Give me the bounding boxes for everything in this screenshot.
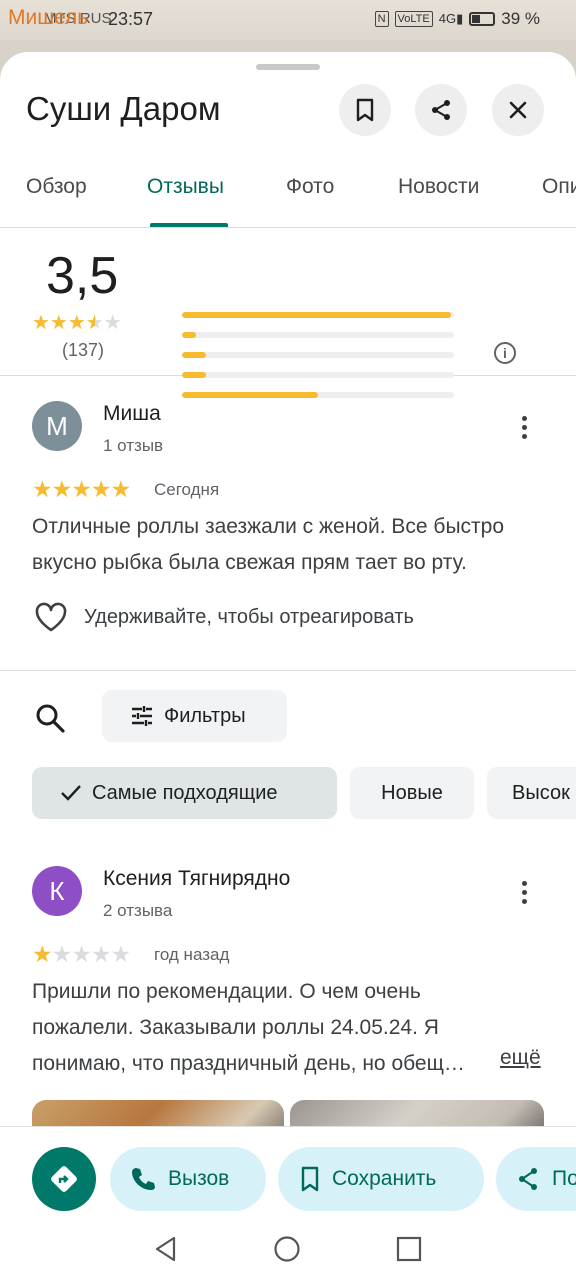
reviewer-name[interactable]: Ксения Тягнирядно	[103, 867, 290, 891]
check-icon	[61, 785, 81, 801]
review-text: Отличные роллы заезжали с женой. Все быс…	[32, 515, 505, 574]
rating-bar-5-stars	[182, 312, 454, 318]
rating-bar-1-stars	[182, 392, 454, 398]
tab-overview[interactable]: Обзор	[26, 175, 87, 199]
call-label: Вызов	[168, 1167, 230, 1190]
battery-icon	[469, 12, 496, 26]
tab-news[interactable]: Новости	[398, 175, 479, 199]
place-title: Суши Даром	[26, 90, 221, 127]
review-text: Пришли по рекомендации. О чем очень пожа…	[32, 980, 465, 1075]
search-icon[interactable]	[34, 702, 66, 734]
active-tab-indicator	[150, 223, 228, 227]
star-filled-icon: ★	[90, 476, 112, 502]
rating-bar-fill	[182, 312, 452, 318]
battery-percent: 39 %	[501, 9, 540, 28]
status-icons: N VoLTE 4G▮ 39 %	[374, 9, 540, 29]
tab-bar: Обзор Отзывы Фото Новости Опи	[0, 160, 576, 228]
rating-summary: 3,5 ★★★★★ (137) i	[0, 228, 576, 398]
share-label: По	[552, 1167, 576, 1190]
star-empty-icon: ★	[71, 941, 92, 967]
recents-icon[interactable]	[396, 1236, 422, 1262]
read-more-link[interactable]: ещё	[500, 1046, 541, 1070]
rating-bar-fill	[182, 392, 318, 398]
react-hint: Удерживайте, чтобы отреагировать	[84, 605, 414, 628]
close-icon	[509, 101, 527, 119]
review-count: (137)	[62, 340, 105, 360]
star-filled-icon: ★	[51, 476, 73, 502]
rating-bar-fill	[182, 372, 207, 378]
average-stars: ★★★★★	[32, 312, 122, 334]
tune-icon	[132, 706, 152, 726]
avatar-letter: М	[46, 410, 68, 441]
chip-label: Высок	[512, 781, 570, 804]
avatar[interactable]: М	[32, 401, 82, 451]
rating-bar-2-stars	[182, 372, 454, 378]
reviewer-name[interactable]: Миша	[103, 402, 161, 426]
share-icon	[519, 1168, 537, 1190]
directions-icon	[51, 1166, 77, 1192]
star-empty-icon: ★	[110, 941, 132, 967]
star-empty-icon: ★	[51, 941, 73, 967]
volte-icon: VoLTE	[394, 11, 433, 27]
bookmark-icon	[356, 98, 374, 122]
review-stars: ★★★★★	[32, 476, 132, 503]
avatar[interactable]: К	[32, 866, 82, 916]
clock: 23:57	[108, 9, 154, 29]
directions-button[interactable]	[32, 1147, 96, 1211]
close-button[interactable]	[492, 84, 544, 136]
sort-chip-newest[interactable]: Новые	[350, 767, 474, 819]
avatar-letter: К	[49, 875, 65, 906]
rating-bar-fill	[182, 332, 196, 338]
star-filled-icon: ★	[32, 476, 53, 502]
share-icon	[432, 100, 450, 120]
bottom-action-bar: Вызов Сохранить По	[0, 1126, 576, 1280]
star-filled-icon: ★	[110, 476, 132, 502]
status-bar: MTS RUS Мишель 23:57 N VoLTE 4G▮ 39 %	[0, 0, 576, 40]
review-stars: ★★★★★	[32, 941, 132, 968]
tab-about[interactable]: Опи	[542, 175, 576, 199]
signal-icon: 4G▮	[438, 11, 464, 26]
reviewer-review-count: 1 отзыв	[103, 436, 164, 455]
place-sheet: Суши Даром Обзор Отзывы Фото Новости Опи…	[0, 52, 576, 1280]
reviewer-review-count: 2 отзыва	[103, 901, 173, 920]
review-date: Сегодня	[154, 480, 220, 499]
overlay-text: Мишель	[8, 6, 89, 29]
system-nav-bar	[0, 1227, 576, 1280]
share-action-button[interactable]: По	[496, 1147, 576, 1211]
share-button[interactable]	[415, 84, 467, 136]
star-filled-icon: ★	[71, 476, 92, 502]
phone-icon	[132, 1168, 155, 1190]
more-options-icon[interactable]	[520, 881, 528, 904]
star-filled-icon: ★	[32, 941, 53, 967]
bookmark-button[interactable]	[339, 84, 391, 136]
tab-photos[interactable]: Фото	[286, 175, 334, 199]
chip-label: Новые	[381, 781, 443, 804]
call-button[interactable]: Вызов	[110, 1147, 266, 1211]
drag-handle[interactable]	[256, 64, 320, 70]
rating-bar-fill	[182, 352, 207, 358]
save-button[interactable]: Сохранить	[278, 1147, 484, 1211]
chip-label: Самые подходящие	[92, 781, 278, 804]
home-icon[interactable]	[273, 1235, 301, 1263]
more-options-icon[interactable]	[520, 416, 528, 439]
react-row[interactable]: Удерживайте, чтобы отреагировать	[34, 602, 414, 632]
tab-reviews[interactable]: Отзывы	[147, 175, 224, 199]
save-label: Сохранить	[332, 1167, 437, 1190]
info-icon[interactable]: i	[494, 342, 516, 364]
sort-chip-relevant[interactable]: Самые подходящие	[32, 767, 337, 819]
star-empty-icon: ★	[90, 941, 112, 967]
rating-bar-3-stars	[182, 352, 454, 358]
review-date: год назад	[154, 945, 230, 964]
nfc-icon: N	[374, 11, 389, 27]
bookmark-icon	[301, 1166, 319, 1192]
filters-button[interactable]: Фильтры	[102, 690, 287, 742]
filters-label: Фильтры	[164, 704, 246, 727]
average-rating: 3,5	[46, 247, 119, 305]
divider	[0, 670, 576, 671]
heart-icon	[35, 602, 67, 632]
back-icon[interactable]	[152, 1235, 180, 1263]
rating-bar-4-stars	[182, 332, 454, 338]
sort-chip-highest[interactable]: Высок	[487, 767, 576, 819]
